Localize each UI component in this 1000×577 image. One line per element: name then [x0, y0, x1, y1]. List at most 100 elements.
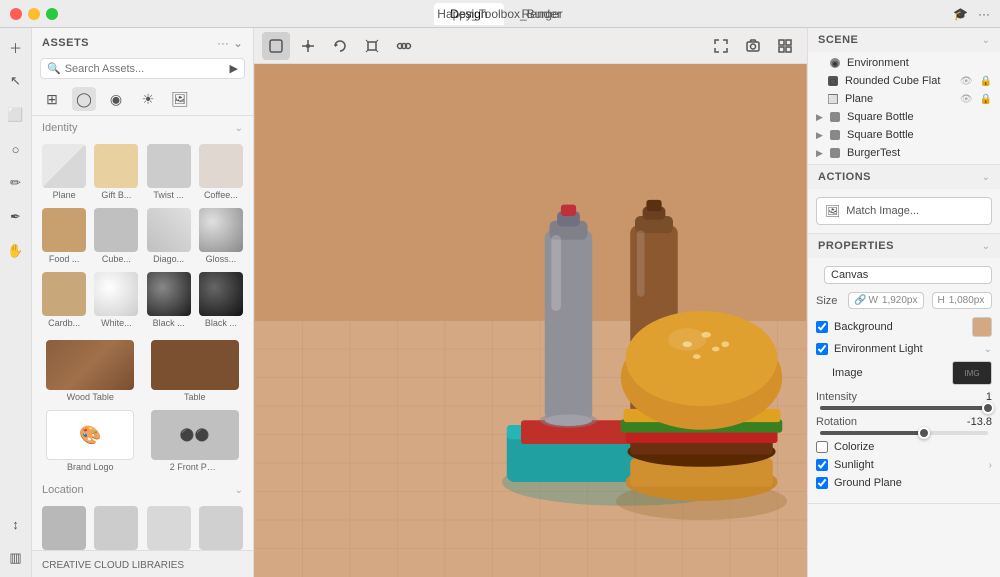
image-label: Image: [832, 367, 946, 379]
scene-item-plane[interactable]: ⬜ Plane 👁 🔒: [808, 90, 1000, 108]
grid-btn[interactable]: [771, 32, 799, 60]
shape-icon[interactable]: ⬜: [5, 104, 27, 126]
asset-gloss[interactable]: Gloss...: [197, 206, 245, 266]
cursor-icon[interactable]: ↖: [5, 70, 27, 92]
hand-icon[interactable]: ✋: [5, 240, 27, 262]
scene-item-square-bottle-1[interactable]: ▶ Square Bottle: [808, 108, 1000, 126]
rotate-tool[interactable]: [326, 32, 354, 60]
actions-collapse-icon[interactable]: ⌄: [982, 172, 990, 183]
scene-item-burger-test[interactable]: ▶ BurgerTest: [808, 144, 1000, 162]
maximize-button[interactable]: [46, 8, 58, 20]
scene-collapse-icon[interactable]: ⌄: [982, 35, 990, 46]
close-button[interactable]: [10, 8, 22, 20]
box-icon3: [830, 148, 840, 158]
asset-white-label: White...: [101, 318, 132, 328]
env-light-expand[interactable]: ⌄: [984, 344, 992, 355]
asset-diagonal[interactable]: Diago...: [145, 206, 193, 266]
scale-tool[interactable]: [358, 32, 386, 60]
asset-panels[interactable]: ⚫⚫ 2 Front Panels So...: [145, 408, 246, 474]
asset-black2[interactable]: Black ...: [197, 270, 245, 330]
match-image-button[interactable]: 🖼 Match Image...: [816, 197, 992, 225]
asset-led[interactable]: LED S...: [145, 504, 193, 550]
plane-icon: ⬜: [828, 94, 838, 104]
rotation-slider[interactable]: [820, 431, 988, 435]
lock-icon2[interactable]: 🔒: [980, 94, 992, 105]
asset-plane[interactable]: Plane: [40, 142, 88, 202]
ground-plane-checkbox[interactable]: [816, 477, 828, 489]
canvas-select[interactable]: Canvas: [824, 266, 992, 284]
asset-food[interactable]: Food ...: [40, 206, 88, 266]
asset-bus-stop[interactable]: Bus St...: [92, 504, 140, 550]
sq-bottle-1-label: Square Bottle: [847, 111, 914, 123]
share-icon[interactable]: 🎓: [953, 7, 968, 21]
properties-collapse-icon[interactable]: ⌄: [982, 241, 990, 252]
asset-wood-table[interactable]: Wood Table: [40, 338, 141, 404]
asset-tab-materials[interactable]: ◉: [104, 87, 128, 111]
search-input[interactable]: [65, 63, 226, 75]
scene-item-square-bottle-2[interactable]: ▶ Square Bottle: [808, 126, 1000, 144]
asset-cardboard-thumb: [42, 272, 86, 316]
more-icon[interactable]: ···: [978, 7, 990, 21]
asset-tab-lights[interactable]: ☀: [136, 87, 160, 111]
asset-tab-images[interactable]: 🖼: [168, 87, 192, 111]
sunlight-checkbox[interactable]: [816, 459, 828, 471]
background-checkbox[interactable]: [816, 321, 828, 333]
add-icon[interactable]: ＋: [5, 36, 27, 58]
height-field[interactable]: H 1,080px: [932, 292, 993, 309]
cloud-libraries-bar[interactable]: CREATIVE CLOUD LIBRARIES: [32, 550, 253, 577]
sunlight-expand[interactable]: ›: [989, 460, 992, 471]
asset-twist-thumb: [147, 144, 191, 188]
scene-item-rounded-cube[interactable]: ◻ Rounded Cube Flat 👁 🔒: [808, 72, 1000, 90]
scene-item-environment[interactable]: ◉ Environment: [808, 54, 1000, 72]
layers-icon[interactable]: ▥: [5, 547, 27, 569]
asset-cube[interactable]: Cube...: [92, 206, 140, 266]
location-collapse-icon[interactable]: ⌄: [235, 485, 243, 496]
minimize-button[interactable]: [28, 8, 40, 20]
select-tool[interactable]: [262, 32, 290, 60]
pen-icon[interactable]: ✒: [5, 206, 27, 228]
asset-coffee-label: Coffee...: [204, 190, 238, 200]
width-field[interactable]: 🔗 W 1,920px: [848, 292, 924, 309]
identity-label: Identity: [42, 122, 77, 134]
camera-btn[interactable]: [739, 32, 767, 60]
eye-icon2[interactable]: 👁: [960, 94, 973, 105]
background-color-swatch[interactable]: [972, 317, 992, 337]
right-panel: SCENE ⌄ ◉ Environment ◻ Rounded Cube Fla…: [807, 28, 1000, 577]
asset-twist[interactable]: Twist ...: [145, 142, 193, 202]
asset-tab-shapes[interactable]: ◯: [72, 87, 96, 111]
path-icon[interactable]: ✏: [5, 172, 27, 194]
asset-gift[interactable]: Gift B...: [92, 142, 140, 202]
match-image-label: Match Image...: [846, 205, 919, 217]
background-label: Background: [834, 321, 966, 333]
box-icon1: [830, 112, 840, 122]
colorize-checkbox[interactable]: [816, 441, 828, 453]
transform-tool[interactable]: [294, 32, 322, 60]
asset-gloss-thumb: [199, 208, 243, 252]
asset-cardboard[interactable]: Cardb...: [40, 270, 88, 330]
asset-white[interactable]: White...: [92, 270, 140, 330]
asset-brand-logo[interactable]: 🎨 Brand Logo: [40, 408, 141, 474]
env-light-checkbox[interactable]: [816, 343, 828, 355]
assets-title: ASSETS: [42, 37, 89, 49]
colorize-row: Colorize: [816, 441, 992, 453]
asset-coffee[interactable]: Coffee...: [197, 142, 245, 202]
background-row: Background: [816, 317, 992, 337]
asset-black1-label: Black ...: [153, 318, 185, 328]
eye-icon[interactable]: 👁: [960, 76, 973, 87]
assets-panel: ASSETS ··· ⌄ 🔍 ▶ ⊞ ◯ ◉ ☀ 🖼 Identity ⌄: [32, 28, 254, 577]
intensity-slider[interactable]: [820, 406, 988, 410]
assets-more-icon[interactable]: ···: [217, 36, 229, 50]
distribute-tool[interactable]: [390, 32, 418, 60]
asset-black1[interactable]: Black ...: [145, 270, 193, 330]
asset-tab-templates[interactable]: ⊞: [40, 87, 64, 111]
identity-collapse-icon[interactable]: ⌄: [235, 123, 243, 134]
fullscreen-btn[interactable]: [707, 32, 735, 60]
zoom-icon[interactable]: ↕: [5, 513, 27, 535]
asset-table[interactable]: Table: [145, 338, 246, 404]
assets-expand-icon[interactable]: ⌄: [233, 36, 243, 50]
image-thumb[interactable]: IMG: [952, 361, 992, 385]
asset-billboard[interactable]: Billbo...: [40, 504, 88, 550]
lock-icon[interactable]: 🔒: [980, 76, 992, 87]
asset-cube-loc[interactable]: Cube: [197, 504, 245, 550]
circle-icon[interactable]: ○: [5, 138, 27, 160]
